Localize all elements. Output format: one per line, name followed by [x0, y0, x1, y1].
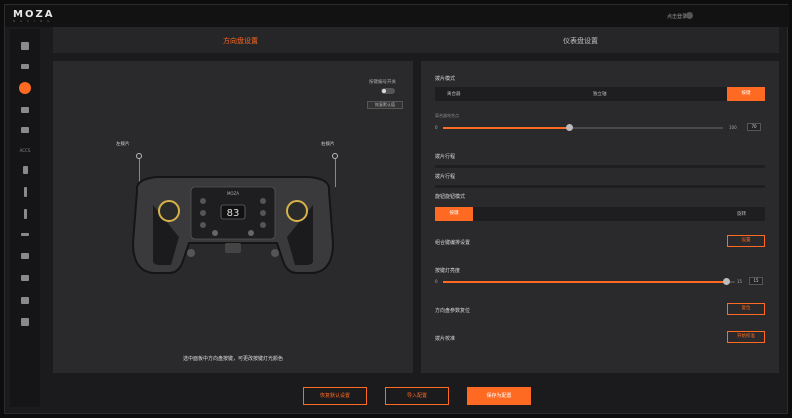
- handbrake-icon[interactable]: [10, 185, 40, 199]
- base-icon[interactable]: [10, 103, 40, 117]
- clutch-bite-knob[interactable]: [566, 124, 573, 131]
- knob-mode-rotate[interactable]: 旋转: [737, 211, 746, 217]
- tab-wheel-settings[interactable]: 方向盘设置: [223, 36, 258, 46]
- right-paddle-label: 右拨片: [321, 142, 335, 147]
- paddle-mode-axis[interactable]: 独立轴: [593, 91, 607, 97]
- paddle-mode-button[interactable]: 按键: [727, 87, 765, 101]
- text-icon[interactable]: ACCS: [10, 143, 40, 157]
- knob-mode-label: 旋钮旋钮模式: [435, 194, 466, 200]
- clutch-bite-fill: [443, 127, 569, 129]
- pedal-icon[interactable]: [10, 271, 40, 285]
- import-config-button[interactable]: 导入配置: [385, 387, 449, 405]
- tab-bar: 方向盘设置 仪表盘设置: [53, 27, 779, 53]
- slider1-min: 0: [435, 125, 438, 130]
- sidebar-text-label: ACCS: [19, 147, 31, 153]
- wheel-reset-label: 方向盘参数复位: [435, 308, 471, 314]
- lever-icon[interactable]: [10, 207, 40, 221]
- button-number-toggle[interactable]: [381, 88, 395, 94]
- reset-default-button[interactable]: 恢复默认值: [367, 101, 403, 109]
- brightness-knob[interactable]: [723, 278, 731, 285]
- restore-defaults-button[interactable]: 恢复默认设置: [303, 387, 367, 405]
- wheel-reset-button[interactable]: 复位: [727, 303, 765, 315]
- paddle-mode-label: 拨片模式: [435, 76, 456, 82]
- paddle-mode-selector: 离合器 独立轴 按键: [435, 87, 765, 101]
- brightness-max: 15: [737, 279, 743, 284]
- camera-icon[interactable]: [10, 59, 40, 73]
- button-number-toggle-label: 按键编号开关: [369, 80, 396, 85]
- save-config-button[interactable]: 保存为配置: [467, 387, 531, 405]
- joystick-icon[interactable]: [10, 227, 40, 241]
- brightness-value[interactable]: 15: [749, 277, 763, 285]
- slider1-value[interactable]: 70: [747, 123, 761, 131]
- sidebar: ACCS: [10, 29, 40, 407]
- top-bar: MOZA RACING 点击登录: [5, 5, 789, 27]
- combine-keys-button[interactable]: 设置: [727, 235, 765, 247]
- wheel-display-text: 83: [227, 208, 240, 219]
- logo-subtext: RACING: [13, 19, 55, 23]
- paddle-calibration-button[interactable]: 开始校准: [727, 331, 765, 343]
- app-window: MOZA RACING 点击登录 ACCS 方向盘设置 仪表盘设置 按键编号开关…: [4, 4, 789, 414]
- brightness-fill: [443, 281, 727, 283]
- settings-panel: 拨片模式 离合器 独立轴 按键 离合器咬合点 0 100 70 拨片行程 拨片行…: [421, 61, 779, 373]
- left-paddle-label: 左拨片: [116, 142, 130, 147]
- tab-dashboard-settings[interactable]: 仪表盘设置: [563, 36, 598, 46]
- clutch-bite-label: 离合器咬合点: [435, 113, 459, 118]
- brightness-label: 按键灯亮度: [435, 268, 461, 274]
- dashboard-icon[interactable]: [10, 123, 40, 137]
- wheel-preview-panel: 按键编号开关 恢复默认值 左拨片 右拨片 83 MOZA 选中面板中方向盘按键，…: [53, 61, 413, 373]
- combine-keys-label: 组合键编排设置: [435, 240, 471, 246]
- steering-wheel-image[interactable]: 83 MOZA: [127, 173, 339, 281]
- right-rotary-knob[interactable]: [286, 200, 308, 222]
- paddle-calibration-label: 拨片校准: [435, 336, 456, 342]
- login-link[interactable]: 点击登录: [667, 13, 687, 20]
- knob-mode-button[interactable]: 按键: [435, 207, 473, 221]
- knob-mode-selector: 按键 旋转: [435, 207, 765, 221]
- steering-wheel-icon[interactable]: [10, 81, 40, 95]
- stand-icon[interactable]: [10, 293, 40, 307]
- left-rotary-knob[interactable]: [158, 200, 180, 222]
- brightness-min: 0: [435, 279, 438, 284]
- wheel-brand-text: MOZA: [227, 191, 239, 196]
- paddle-mode-clutch[interactable]: 离合器: [447, 91, 461, 97]
- settings-icon[interactable]: [10, 315, 40, 329]
- shifter-icon[interactable]: [10, 163, 40, 177]
- paddle-travel-bar-2: [435, 185, 765, 188]
- wheel-caption: 选中面板中方向盘按键，可更改按键灯光颜色: [182, 356, 283, 362]
- paddle-travel-label: 拨片行程: [435, 154, 456, 160]
- paddle-travel-bar: [435, 165, 765, 168]
- car-icon[interactable]: [10, 249, 40, 263]
- clutch-bite-slider[interactable]: [443, 124, 723, 131]
- slider1-max: 100: [729, 125, 737, 130]
- user-avatar[interactable]: [686, 12, 693, 19]
- brightness-slider[interactable]: [443, 278, 735, 285]
- home-icon[interactable]: [10, 39, 40, 53]
- paddle-travel-label-2: 拨片行程: [435, 174, 456, 180]
- moza-logo: MOZA RACING: [13, 9, 55, 23]
